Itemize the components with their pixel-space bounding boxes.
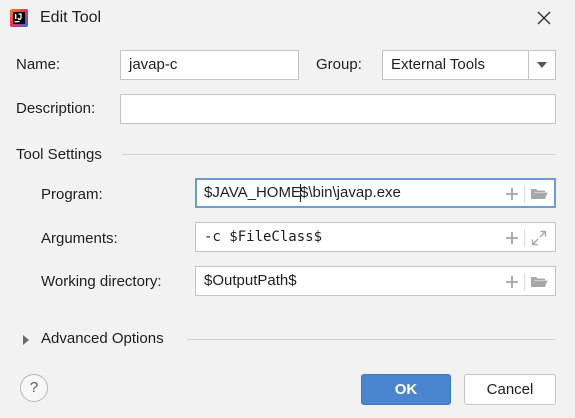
field-icon-separator bbox=[524, 273, 525, 291]
insert-macro-plus-icon[interactable] bbox=[503, 229, 521, 247]
name-label: Name: bbox=[16, 56, 61, 73]
program-value-end: $\bin\javap.exe bbox=[299, 184, 401, 201]
insert-macro-plus-icon[interactable] bbox=[503, 185, 521, 203]
description-input[interactable] bbox=[120, 94, 556, 124]
name-value: javap-c bbox=[129, 56, 178, 73]
working-directory-input[interactable]: $OutputPath$ bbox=[195, 266, 556, 296]
browse-folder-icon[interactable] bbox=[530, 185, 548, 203]
chevron-down-icon[interactable] bbox=[536, 60, 548, 70]
close-icon[interactable] bbox=[533, 7, 555, 29]
description-label: Description: bbox=[16, 100, 96, 117]
dialog-title: Edit Tool bbox=[40, 9, 102, 26]
chevron-right-icon bbox=[23, 335, 29, 345]
cancel-button[interactable]: Cancel bbox=[464, 374, 556, 405]
program-label: Program: bbox=[41, 186, 103, 203]
dropdown-divider bbox=[528, 51, 529, 79]
name-input[interactable]: javap-c bbox=[120, 50, 299, 80]
expand-icon[interactable] bbox=[530, 229, 548, 247]
section-divider bbox=[122, 154, 556, 155]
advanced-divider bbox=[187, 339, 556, 340]
field-icon-separator bbox=[524, 185, 525, 203]
advanced-options-toggle[interactable]: Advanced Options bbox=[20, 330, 190, 350]
group-label: Group: bbox=[316, 56, 362, 73]
group-dropdown[interactable]: External Tools bbox=[382, 50, 556, 80]
intellij-idea-icon bbox=[10, 9, 28, 27]
group-selected-value: External Tools bbox=[391, 56, 485, 73]
arguments-label: Arguments: bbox=[41, 230, 118, 247]
field-icon-separator bbox=[524, 229, 525, 247]
program-input[interactable]: $JAVA_HOME$\bin\javap.exe bbox=[195, 178, 556, 208]
title-bar: Edit Tool bbox=[0, 0, 575, 38]
insert-macro-plus-icon[interactable] bbox=[503, 273, 521, 291]
browse-folder-icon[interactable] bbox=[530, 273, 548, 291]
edit-tool-dialog: Edit Tool Name: javap-c Group: External … bbox=[0, 0, 575, 418]
help-button[interactable]: ? bbox=[20, 374, 48, 402]
tool-settings-heading: Tool Settings bbox=[16, 146, 102, 163]
advanced-options-label: Advanced Options bbox=[41, 330, 164, 347]
ok-button[interactable]: OK bbox=[361, 374, 451, 405]
working-directory-value: $OutputPath$ bbox=[204, 272, 297, 289]
program-value-start: $JAVA_HOME bbox=[204, 184, 301, 201]
arguments-input[interactable]: -c $FileClass$ bbox=[195, 222, 556, 252]
working-directory-label: Working directory: bbox=[41, 273, 162, 290]
arguments-value: -c $FileClass$ bbox=[204, 229, 323, 245]
